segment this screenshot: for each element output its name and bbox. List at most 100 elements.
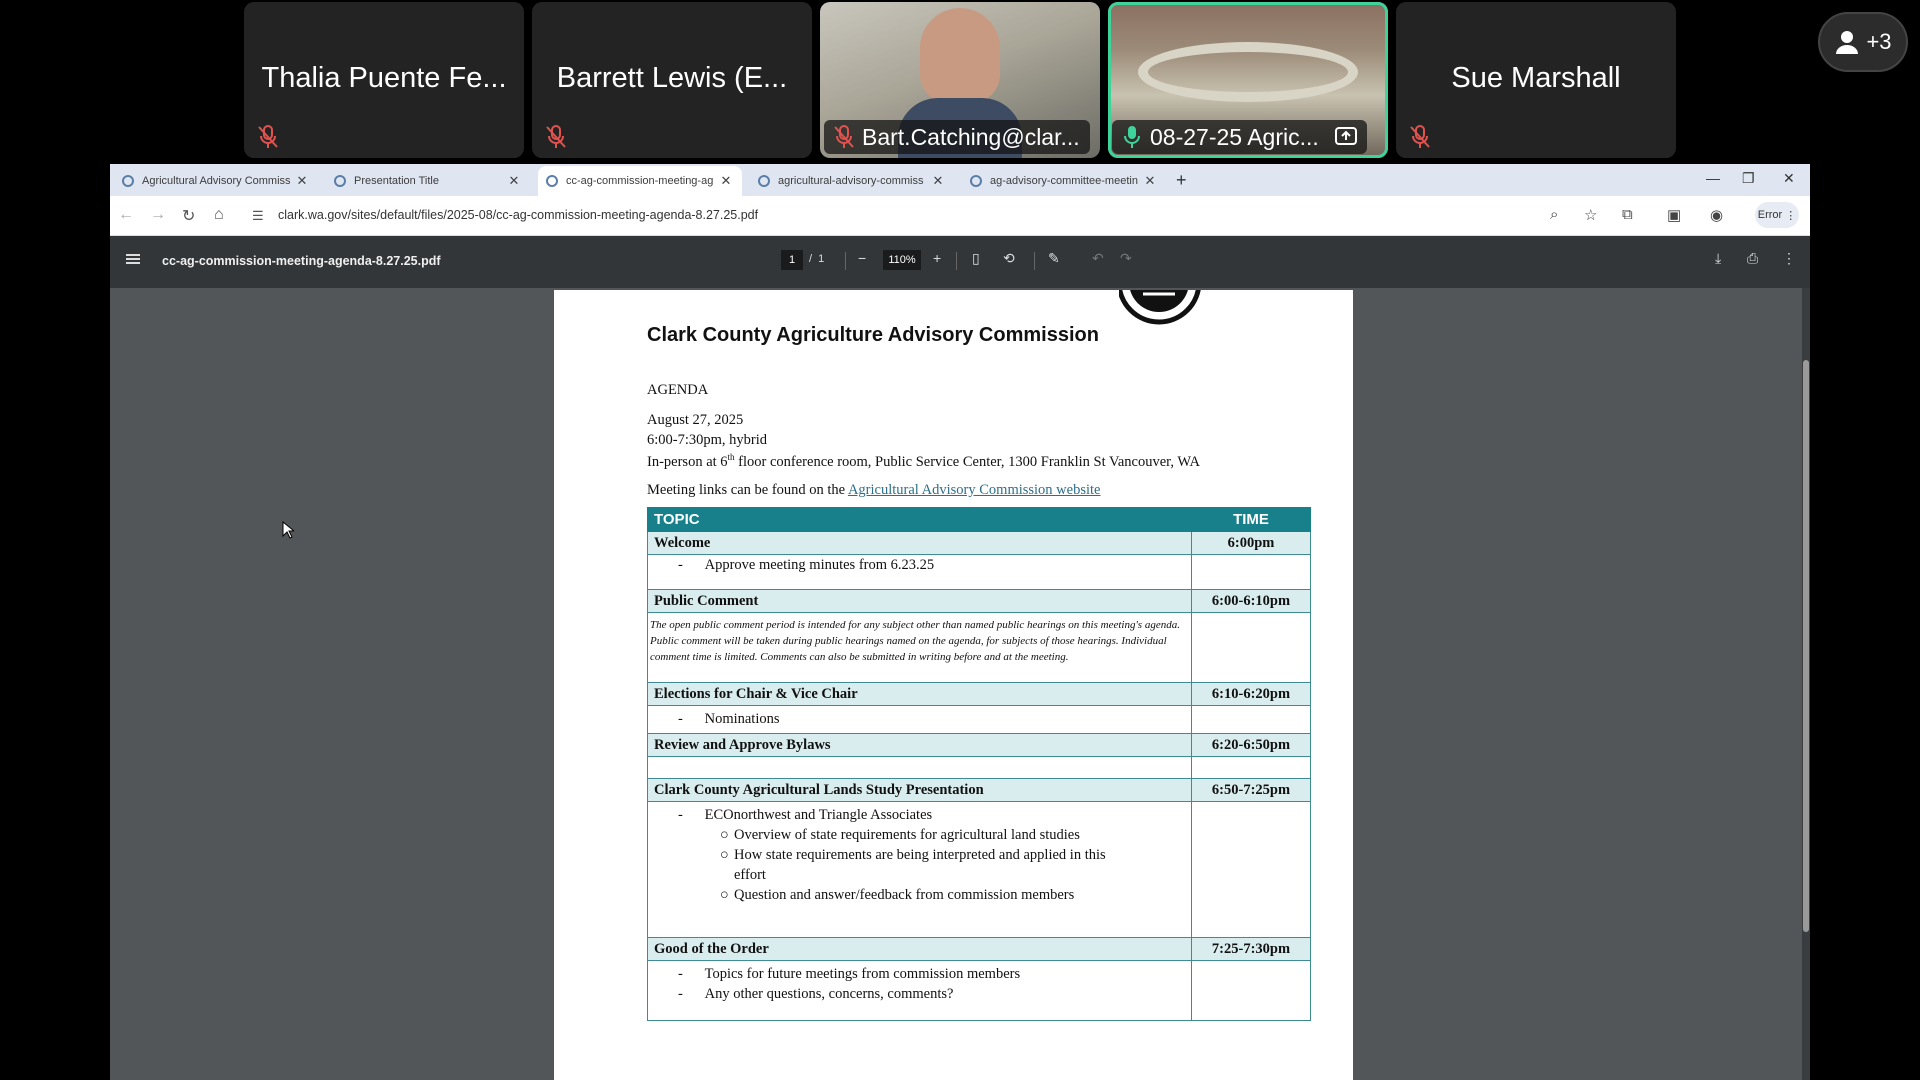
more-options-icon[interactable]: ⋮ [1782,250,1796,267]
bullet-icon: ○ [720,847,729,863]
divider [956,252,957,270]
empty-cell [647,756,1192,779]
item-text: Approve meeting minutes from 6.23.25 [704,557,935,573]
browser-tab[interactable]: Agricultural Advisory Commiss ✕ [114,166,318,196]
mouse-cursor-icon [282,521,294,539]
zoom-in-icon[interactable]: + [933,250,941,266]
participant-tile[interactable]: Sue Marshall [1396,2,1676,158]
profile-icon[interactable]: ◉ [1710,206,1723,224]
time-cell: 6:10-6:20pm [1191,682,1311,706]
tab-title: ag-advisory-committee-meetin [990,175,1138,187]
empty-cell [1191,612,1311,683]
empty-cell [1191,801,1311,938]
bookmark-star-icon[interactable]: ☆ [1584,206,1597,224]
participant-name: Thalia Puente Fe... [261,62,507,94]
browser-tab[interactable]: agricultural-advisory-commiss ✕ [750,166,954,196]
item-text: Question and answer/feedback from commis… [734,887,1075,903]
table-row: Welcome 6:00pm [647,531,1311,555]
rotate-icon[interactable]: ⟲ [1003,250,1015,267]
browser-tab[interactable]: ag-advisory-committee-meetin ✕ [962,166,1166,196]
browser-tab-active[interactable]: cc-ag-commission-meeting-ag ✕ [538,166,742,196]
zoom-out-icon[interactable]: − [858,250,866,266]
empty-cell [1191,960,1311,1021]
table-header-row: TOPIC TIME [647,507,1311,532]
participant-video-tile[interactable]: 08-27-25 Agric... [1108,2,1388,158]
table-row: - Nominations [647,705,1311,734]
annotate-icon[interactable]: ✎ [1048,250,1060,267]
restore-icon[interactable]: ❐ [1742,170,1755,187]
table-row: Elections for Chair & Vice Chair 6:10-6:2… [647,682,1311,706]
error-button[interactable]: Error ⋮ [1755,202,1799,228]
print-icon[interactable]: ⎙ [1747,250,1758,267]
scrollbar-thumb[interactable] [1803,360,1809,932]
back-icon[interactable]: ← [118,206,134,224]
list-item: - Approve meeting minutes from 6.23.25 [678,557,935,573]
download-icon[interactable]: ⤓ [1715,250,1721,267]
zoom-icon[interactable]: ⌕ [1550,206,1558,223]
menu-icon[interactable] [126,254,140,264]
participant-tile[interactable]: Barrett Lewis (E... [532,2,812,158]
tab-title: cc-ag-commission-meeting-ag [566,175,714,187]
bullet-icon: ○ [720,827,729,843]
participant-strip: Thalia Puente Fe... Barrett Lewis (E... … [0,0,1920,160]
fit-page-icon[interactable]: ▯ [972,250,980,267]
scrollbar[interactable] [1802,288,1810,1080]
muted-mic-icon [258,125,278,148]
close-tab-icon[interactable]: ✕ [930,173,946,189]
participant-tile[interactable]: Thalia Puente Fe... [244,2,524,158]
close-tab-icon[interactable]: ✕ [506,173,522,189]
doc-links-line: Meeting links can be found on the Agricu… [647,482,1100,499]
location-text: floor conference room, Public Service Ce… [734,453,1200,470]
table-row: - Topics for future meetings from commis… [647,960,1311,1021]
doc-location: In-person at 6th floor conference room, … [647,452,1200,471]
items-cell: - ECOnorthwest and Triangle Associates ○… [647,801,1192,938]
participant-video-tile[interactable]: Bart.Catching@clar... [820,2,1100,158]
address-bar: ← → ↻ ⌂ ☰ clark.wa.gov/sites/default/fil… [110,196,1810,236]
county-seal-logo [1119,290,1201,325]
doc-agenda-heading: AGENDA [647,382,709,398]
location-text: In-person at 6 [647,453,728,470]
empty-cell [1191,554,1311,590]
time-cell: 7:25-7:30pm [1191,937,1311,961]
minimize-icon[interactable]: — [1706,170,1720,186]
item-text: Topics for future meetings from commissi… [704,966,1021,982]
table-row: Public Comment 6:00-6:10pm [647,589,1311,613]
items-cell: - Nominations [647,705,1192,734]
browser-tab[interactable]: Presentation Title ✕ [326,166,530,196]
reload-icon[interactable]: ↻ [182,206,195,226]
muted-mic-icon [1410,125,1430,148]
globe-icon [546,175,558,187]
site-info-icon[interactable]: ☰ [252,208,264,224]
item-text: Any other questions, concerns, comments? [704,986,954,1002]
more-participants-button[interactable]: +3 [1818,12,1908,72]
close-tab-icon[interactable]: ✕ [1142,173,1158,189]
muted-mic-icon [834,125,854,148]
extensions-icon[interactable]: ⧉ [1622,206,1633,223]
agenda-table: TOPIC TIME Welcome 6:00pm - Approve meetin… [647,507,1311,1021]
tab-bar: Agricultural Advisory Commiss ✕ Presentat… [110,164,1810,196]
page-total-value: 1 [818,253,825,265]
side-panel-icon[interactable]: ▣ [1667,206,1681,224]
screen-share-icon [1334,127,1357,145]
redo-icon[interactable]: ↷ [1120,250,1132,267]
empty-cell [1191,705,1311,734]
page-total: / 1 [809,253,825,265]
list-item: - ECOnorthwest and Triangle Associates [678,807,933,823]
close-window-icon[interactable]: ✕ [1783,170,1795,187]
commission-website-link[interactable]: Agricultural Advisory Commission website [848,482,1101,498]
doc-title: Clark County Agriculture Advisory Commis… [647,324,1099,346]
new-tab-button[interactable]: + [1176,170,1187,191]
zoom-level[interactable]: 110% [883,250,921,270]
close-tab-icon[interactable]: ✕ [718,173,734,189]
page-number-input[interactable]: 1 [781,250,803,270]
topic-cell: Welcome [647,531,1192,555]
sub-list-item: ○ How state requirements are being interp… [654,845,1185,865]
globe-icon [334,175,346,187]
forward-icon[interactable]: → [150,206,166,224]
close-tab-icon[interactable]: ✕ [294,173,310,189]
undo-icon[interactable]: ↶ [1092,250,1104,267]
home-icon[interactable]: ⌂ [214,206,224,224]
url-field[interactable]: clark.wa.gov/sites/default/files/2025-08… [278,208,758,222]
list-item: - Nominations [678,711,780,727]
participant-label: Bart.Catching@clar... [824,120,1090,154]
